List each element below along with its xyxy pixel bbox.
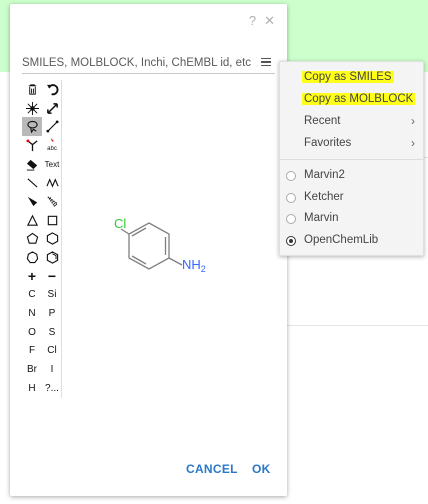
wedge-bond-icon[interactable] xyxy=(22,192,42,211)
marvin-label: Marvin xyxy=(304,212,339,224)
element-more[interactable]: ?... xyxy=(42,379,62,398)
sketcher-dialog: ? ✕ abc xyxy=(10,4,287,496)
heptagon-ring-icon[interactable] xyxy=(22,248,42,267)
pentagon-ring-icon[interactable] xyxy=(22,230,42,249)
copy-smiles-label: Copy as SMILES xyxy=(302,71,394,83)
favorites-label: Favorites xyxy=(304,137,352,149)
radio-ketcher[interactable] xyxy=(286,193,296,203)
element-h[interactable]: H xyxy=(22,379,42,398)
triangle-ring-icon[interactable] xyxy=(22,211,42,230)
dialog-footer: CANCEL OK xyxy=(10,462,287,482)
nh-subscript: 2 xyxy=(201,264,206,274)
close-icon[interactable]: ✕ xyxy=(264,13,275,29)
radio-openchemlib[interactable] xyxy=(286,236,296,246)
sketcher-menu: Copy as SMILES Copy as MOLBLOCK Recent ›… xyxy=(279,61,425,256)
text-arrow-tool[interactable]: abc xyxy=(42,136,62,155)
page-divider xyxy=(287,325,428,326)
bond-line-icon[interactable] xyxy=(42,117,62,136)
recent-label: Recent xyxy=(304,115,341,127)
element-s[interactable]: S xyxy=(42,323,62,342)
hash-bond-icon[interactable] xyxy=(42,192,62,211)
menu-item-favorites[interactable]: Favorites › xyxy=(280,133,425,155)
lasso-select-icon[interactable] xyxy=(22,117,42,137)
chlorine-atom-label: Cl xyxy=(114,216,126,231)
amine-group-label: NH2 xyxy=(182,257,206,274)
chevron-right-icon: › xyxy=(411,114,415,128)
element-cl[interactable]: Cl xyxy=(42,342,62,361)
chain-icon[interactable] xyxy=(42,173,62,192)
ketcher-label: Ketcher xyxy=(304,191,344,203)
sketcher-toolbar: abc Text + − C Si N P O S F Cl Br I H ?.… xyxy=(22,80,62,398)
hexagon-ring-icon[interactable] xyxy=(42,230,62,249)
menu-item-copy-smiles[interactable]: Copy as SMILES xyxy=(280,67,425,89)
undo-icon[interactable] xyxy=(42,80,62,99)
element-i[interactable]: I xyxy=(42,360,62,379)
smiles-input[interactable] xyxy=(22,54,254,72)
text-tool[interactable]: Text xyxy=(42,155,62,174)
menu-item-ketcher[interactable]: Ketcher xyxy=(280,187,425,209)
menu-item-copy-molblock[interactable]: Copy as MOLBLOCK xyxy=(280,89,425,111)
openchemlib-label: OpenChemLib xyxy=(304,234,379,246)
molecule-canvas[interactable]: Cl NH2 xyxy=(66,78,286,448)
benzene-ring xyxy=(120,222,183,270)
copy-molblock-label: Copy as MOLBLOCK xyxy=(302,93,416,105)
dialog-controls: ? ✕ xyxy=(249,13,275,29)
chevron-right-icon: › xyxy=(411,136,415,150)
single-bond-icon[interactable] xyxy=(22,173,42,192)
menu-item-openchemlib[interactable]: OpenChemLib xyxy=(280,230,425,252)
marvin2-label: Marvin2 xyxy=(304,169,345,181)
menu-item-marvin[interactable]: Marvin xyxy=(280,208,425,230)
help-icon[interactable]: ? xyxy=(249,13,256,29)
square-ring-icon[interactable] xyxy=(42,211,62,230)
hamburger-menu-icon[interactable] xyxy=(261,54,275,70)
clean-icon[interactable] xyxy=(22,99,42,118)
menu-item-recent[interactable]: Recent › xyxy=(280,111,425,133)
element-f[interactable]: F xyxy=(22,342,42,361)
element-si[interactable]: Si xyxy=(42,286,62,305)
fork-icon[interactable] xyxy=(22,136,42,155)
radio-marvin2[interactable] xyxy=(286,171,296,181)
element-br[interactable]: Br xyxy=(22,360,42,379)
eraser-icon[interactable] xyxy=(22,155,42,174)
element-p[interactable]: P xyxy=(42,304,62,323)
smiles-row xyxy=(22,54,275,74)
menu-divider xyxy=(280,159,425,160)
element-c[interactable]: C xyxy=(22,286,42,305)
benzene-ring-icon[interactable] xyxy=(42,248,62,267)
trash-icon[interactable] xyxy=(22,80,42,99)
minus-charge-icon[interactable]: − xyxy=(42,267,62,286)
element-n[interactable]: N xyxy=(22,304,42,323)
radio-marvin[interactable] xyxy=(286,214,296,224)
plus-charge-icon[interactable]: + xyxy=(22,267,42,286)
zoom-arrow-icon[interactable] xyxy=(42,99,62,118)
abc-label: abc xyxy=(47,145,57,152)
menu-item-marvin2[interactable]: Marvin2 xyxy=(280,165,425,187)
element-o[interactable]: O xyxy=(22,323,42,342)
nh-label: NH xyxy=(182,257,201,272)
ok-button[interactable]: OK xyxy=(252,462,271,476)
cancel-button[interactable]: CANCEL xyxy=(186,462,238,476)
